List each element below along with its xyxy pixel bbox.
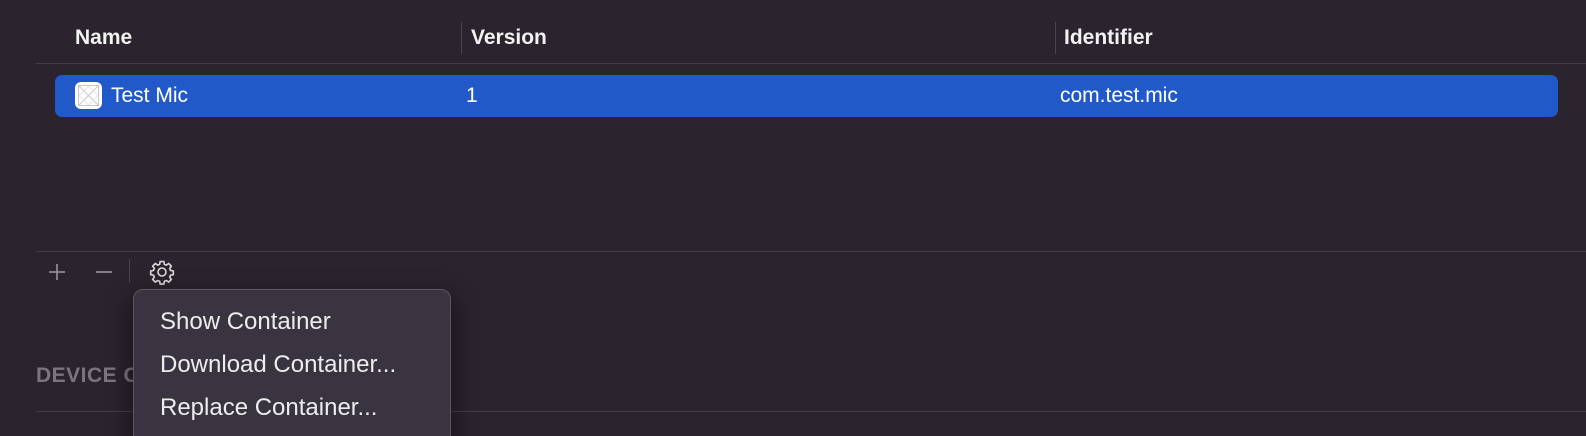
menu-item-download-container[interactable]: Download Container... (160, 345, 396, 385)
menu-item-replace-container[interactable]: Replace Container... (160, 388, 377, 428)
installed-apps-panel: Name Version Identifier Test Mic 1 com.t… (0, 0, 1586, 436)
app-placeholder-icon (75, 82, 102, 109)
menu-item-show-container[interactable]: Show Container (160, 302, 331, 342)
toolbar-divider (129, 259, 130, 283)
add-button[interactable] (42, 257, 72, 287)
table-divider (36, 251, 1586, 252)
column-header-identifier[interactable]: Identifier (1064, 16, 1153, 60)
column-divider[interactable] (1055, 22, 1056, 54)
column-header-name[interactable]: Name (75, 16, 132, 60)
plus-icon (49, 264, 65, 280)
section-heading: DEVICE C (36, 364, 140, 387)
cell-identifier: com.test.mic (1060, 84, 1178, 107)
container-actions-menu: Show Container Download Container... Rep… (133, 289, 451, 436)
cell-version: 1 (466, 84, 478, 107)
column-header-label: Identifier (1064, 26, 1153, 49)
table-header: Name Version Identifier (36, 16, 1586, 64)
minus-icon (96, 271, 112, 273)
table-row[interactable]: Test Mic 1 com.test.mic (55, 75, 1558, 117)
cell-name: Test Mic (111, 84, 189, 107)
column-header-label: Name (75, 26, 133, 49)
gear-icon (149, 260, 175, 285)
remove-button[interactable] (89, 257, 119, 287)
column-divider[interactable] (461, 22, 462, 54)
column-header-version[interactable]: Version (471, 16, 547, 60)
column-header-label: Version (471, 26, 547, 49)
actions-menu-button[interactable] (147, 257, 177, 287)
